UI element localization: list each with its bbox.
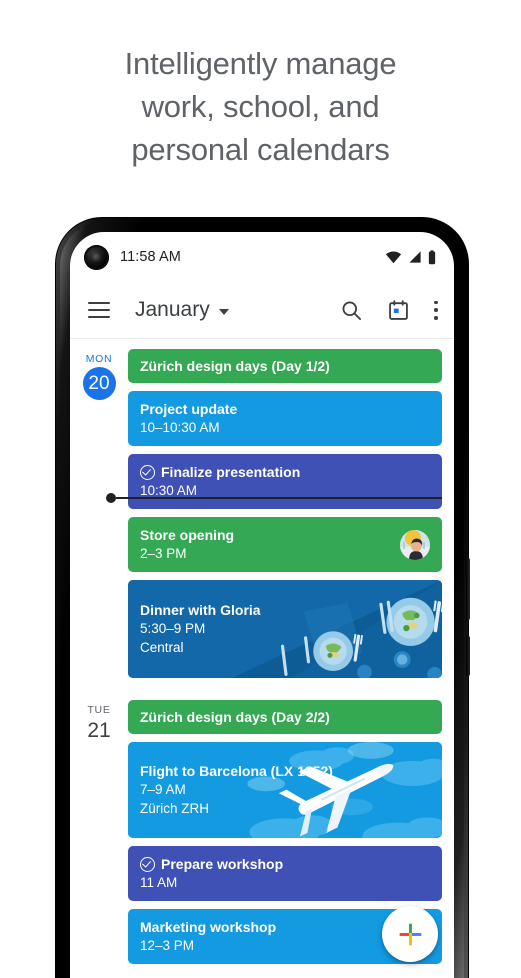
task-card[interactable]: Finalize presentation 10:30 AM — [128, 454, 442, 509]
day-group: MON 20 Zürich design days (Day 1/2) Proj… — [70, 349, 454, 686]
task-time: 10:30 AM — [140, 483, 198, 498]
schedule-list[interactable]: MON 20 Zürich design days (Day 1/2) Proj… — [70, 339, 454, 978]
calendar-today-icon[interactable] — [387, 299, 410, 322]
event-title: Dinner with Gloria — [140, 602, 261, 618]
headline-line-3: personal calendars — [131, 132, 390, 167]
event-time: 5:30–9 PM — [140, 621, 206, 636]
event-card[interactable]: Zürich design days (Day 2/2) — [128, 700, 442, 734]
task-title: Finalize presentation — [161, 464, 301, 480]
event-title: Zürich design days (Day 2/2) — [140, 709, 330, 725]
month-selector[interactable]: January — [135, 298, 229, 322]
app-bar-actions — [340, 299, 438, 322]
status-bar-clock: 11:58 AM — [120, 249, 181, 265]
event-title: Project update — [140, 401, 238, 417]
day-of-week-label: MON — [85, 353, 113, 365]
headline-line-2: work, school, and — [141, 89, 380, 124]
day-number: 21 — [87, 719, 111, 742]
month-label: January — [135, 298, 210, 321]
chevron-down-icon — [218, 308, 229, 315]
volume-button[interactable] — [466, 636, 470, 676]
event-title: Flight to Barcelona (LX 1952) — [140, 763, 333, 779]
event-time: 7–9 AM — [140, 782, 186, 797]
date-column: MON 20 — [70, 349, 128, 686]
more-vert-icon[interactable] — [434, 300, 438, 320]
event-time: 2–3 PM — [140, 546, 187, 561]
day-number-today: 20 — [82, 367, 116, 400]
event-title: Store opening — [140, 527, 235, 543]
task-check-icon[interactable] — [140, 856, 155, 872]
event-location: Zürich ZRH — [140, 801, 210, 816]
task-title: Prepare workshop — [161, 856, 284, 872]
event-card[interactable]: Flight to Barcelona (LX 1952) 7–9 AM Zür… — [128, 742, 442, 838]
power-button[interactable] — [466, 558, 470, 620]
event-title: Zürich design days (Day 1/2) — [140, 358, 330, 374]
event-time: 10–10:30 AM — [140, 420, 220, 435]
headline-line-1: Intelligently manage — [124, 46, 397, 81]
create-event-fab[interactable] — [382, 906, 438, 962]
date-column: TUE 21 — [70, 700, 128, 972]
plus-icon — [399, 923, 421, 945]
task-card[interactable]: Prepare workshop 11 AM — [128, 846, 442, 901]
event-location: Central — [140, 640, 184, 655]
event-card[interactable]: Zürich design days (Day 1/2) — [128, 349, 442, 383]
task-title-row: Prepare workshop — [140, 855, 430, 873]
day-of-week-label: TUE — [87, 704, 111, 716]
day-events: Zürich design days (Day 1/2) Project upd… — [128, 349, 442, 686]
cell-signal-icon — [409, 251, 421, 263]
task-time: 11 AM — [140, 875, 178, 890]
task-title-row: Finalize presentation — [140, 463, 430, 481]
marketing-headline: Intelligently manage work, school, and p… — [0, 42, 521, 171]
search-icon[interactable] — [340, 299, 363, 322]
wifi-icon — [385, 251, 402, 264]
task-check-icon[interactable] — [140, 464, 155, 480]
battery-icon — [428, 249, 436, 264]
event-card[interactable]: Store opening 2–3 PM — [128, 517, 442, 572]
phone-screen: 11:58 AM January MON 20 Zürich design da… — [70, 232, 454, 978]
status-bar: 11:58 AM — [70, 232, 454, 282]
guest-avatar[interactable] — [400, 529, 430, 560]
event-card[interactable]: Project update 10–10:30 AM — [128, 391, 442, 446]
hamburger-menu-icon[interactable] — [88, 302, 110, 318]
front-camera-punch-hole-icon — [84, 244, 109, 270]
event-card[interactable]: Dinner with Gloria 5:30–9 PM Central — [128, 580, 442, 678]
status-bar-indicators — [385, 249, 436, 265]
app-bar: January — [70, 282, 454, 338]
phone-mockup: 11:58 AM January MON 20 Zürich design da… — [56, 218, 470, 978]
